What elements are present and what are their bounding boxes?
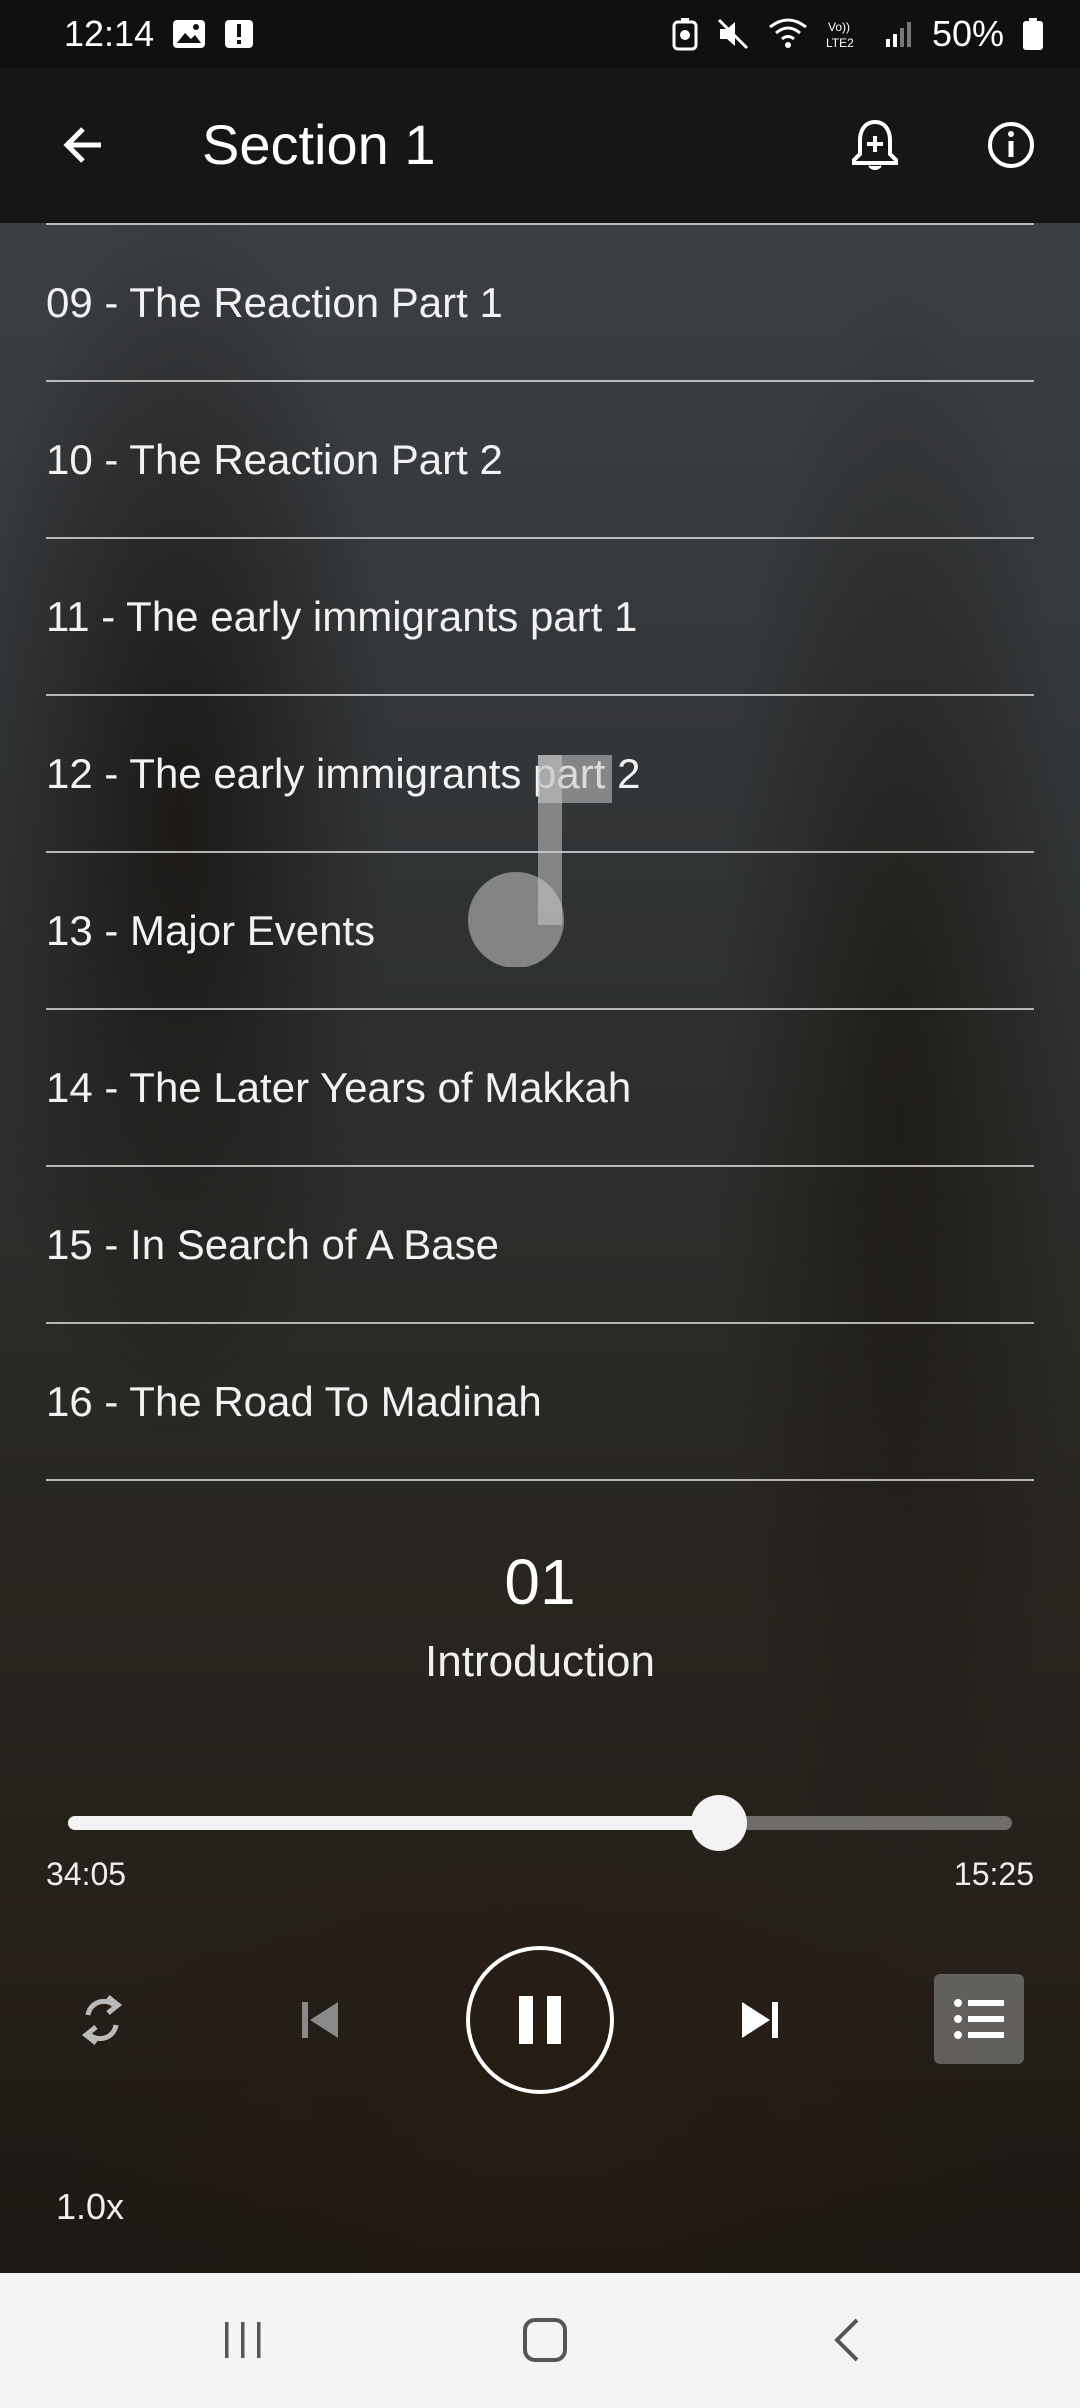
previous-icon[interactable] bbox=[288, 1988, 352, 2052]
home-icon[interactable] bbox=[505, 2305, 585, 2375]
svg-text:LTE2: LTE2 bbox=[826, 36, 854, 50]
elapsed-time: 34:05 bbox=[46, 1856, 127, 1892]
add-alert-icon[interactable] bbox=[840, 110, 910, 180]
app-bar: Section 1 bbox=[0, 68, 1080, 223]
back-icon[interactable] bbox=[807, 2305, 887, 2375]
mute-icon bbox=[716, 17, 750, 51]
back-arrow-icon[interactable] bbox=[48, 110, 118, 180]
track-title: 15 - In Search of A Base bbox=[46, 1220, 499, 1268]
track-item[interactable]: 11 - The early immigrants part 1 bbox=[46, 539, 1034, 696]
next-icon[interactable] bbox=[728, 1988, 792, 2052]
seek-thumb[interactable] bbox=[691, 1795, 748, 1851]
signal-icon bbox=[884, 19, 914, 49]
track-title: 09 - The Reaction Part 1 bbox=[46, 278, 503, 326]
page-title: Section 1 bbox=[202, 113, 436, 176]
alert-icon bbox=[224, 19, 254, 49]
playback-speed[interactable]: 1.0x bbox=[56, 2186, 124, 2228]
track-title: 16 - The Road To Madinah bbox=[46, 1377, 542, 1425]
repeat-icon[interactable] bbox=[70, 1988, 134, 2052]
info-icon[interactable] bbox=[976, 110, 1046, 180]
remaining-time: 15:25 bbox=[953, 1856, 1034, 1892]
volte-icon: Vo)) LTE2 bbox=[826, 17, 866, 51]
track-item[interactable]: 14 - The Later Years of Makkah bbox=[46, 1010, 1034, 1167]
now-playing-title: Introduction bbox=[425, 1637, 655, 1686]
recents-icon[interactable] bbox=[203, 2305, 283, 2375]
track-item[interactable]: 15 - In Search of A Base bbox=[46, 1167, 1034, 1324]
battery-icon bbox=[1022, 17, 1044, 51]
track-item[interactable]: 16 - The Road To Madinah bbox=[46, 1324, 1034, 1481]
status-bar: 12:14 Vo)) LTE2 50% bbox=[0, 0, 1080, 68]
svg-text:Vo)): Vo)) bbox=[828, 20, 850, 34]
track-title: 11 - The early immigrants part 1 bbox=[46, 592, 638, 640]
status-time: 12:14 bbox=[64, 13, 155, 54]
track-title: 13 - Major Events bbox=[46, 906, 376, 954]
pause-icon bbox=[519, 1996, 561, 2044]
seek-bar[interactable] bbox=[68, 1795, 1012, 1851]
image-icon bbox=[172, 19, 206, 49]
track-item[interactable]: 10 - The Reaction Part 2 bbox=[46, 382, 1034, 539]
track-title: 14 - The Later Years of Makkah bbox=[46, 1063, 632, 1111]
seek-progress bbox=[68, 1816, 720, 1830]
battery-saver-icon bbox=[672, 17, 698, 51]
track-item[interactable]: 09 - The Reaction Part 1 bbox=[46, 225, 1034, 382]
pause-button[interactable] bbox=[466, 1946, 614, 2094]
music-note-icon bbox=[468, 755, 612, 968]
playlist-icon[interactable] bbox=[934, 1974, 1024, 2064]
now-playing-number: 01 bbox=[504, 1546, 576, 1618]
navigation-bar bbox=[0, 2273, 1080, 2408]
battery-percent: 50% bbox=[931, 13, 1004, 54]
wifi-icon bbox=[768, 17, 808, 51]
track-title: 10 - The Reaction Part 2 bbox=[46, 435, 503, 483]
